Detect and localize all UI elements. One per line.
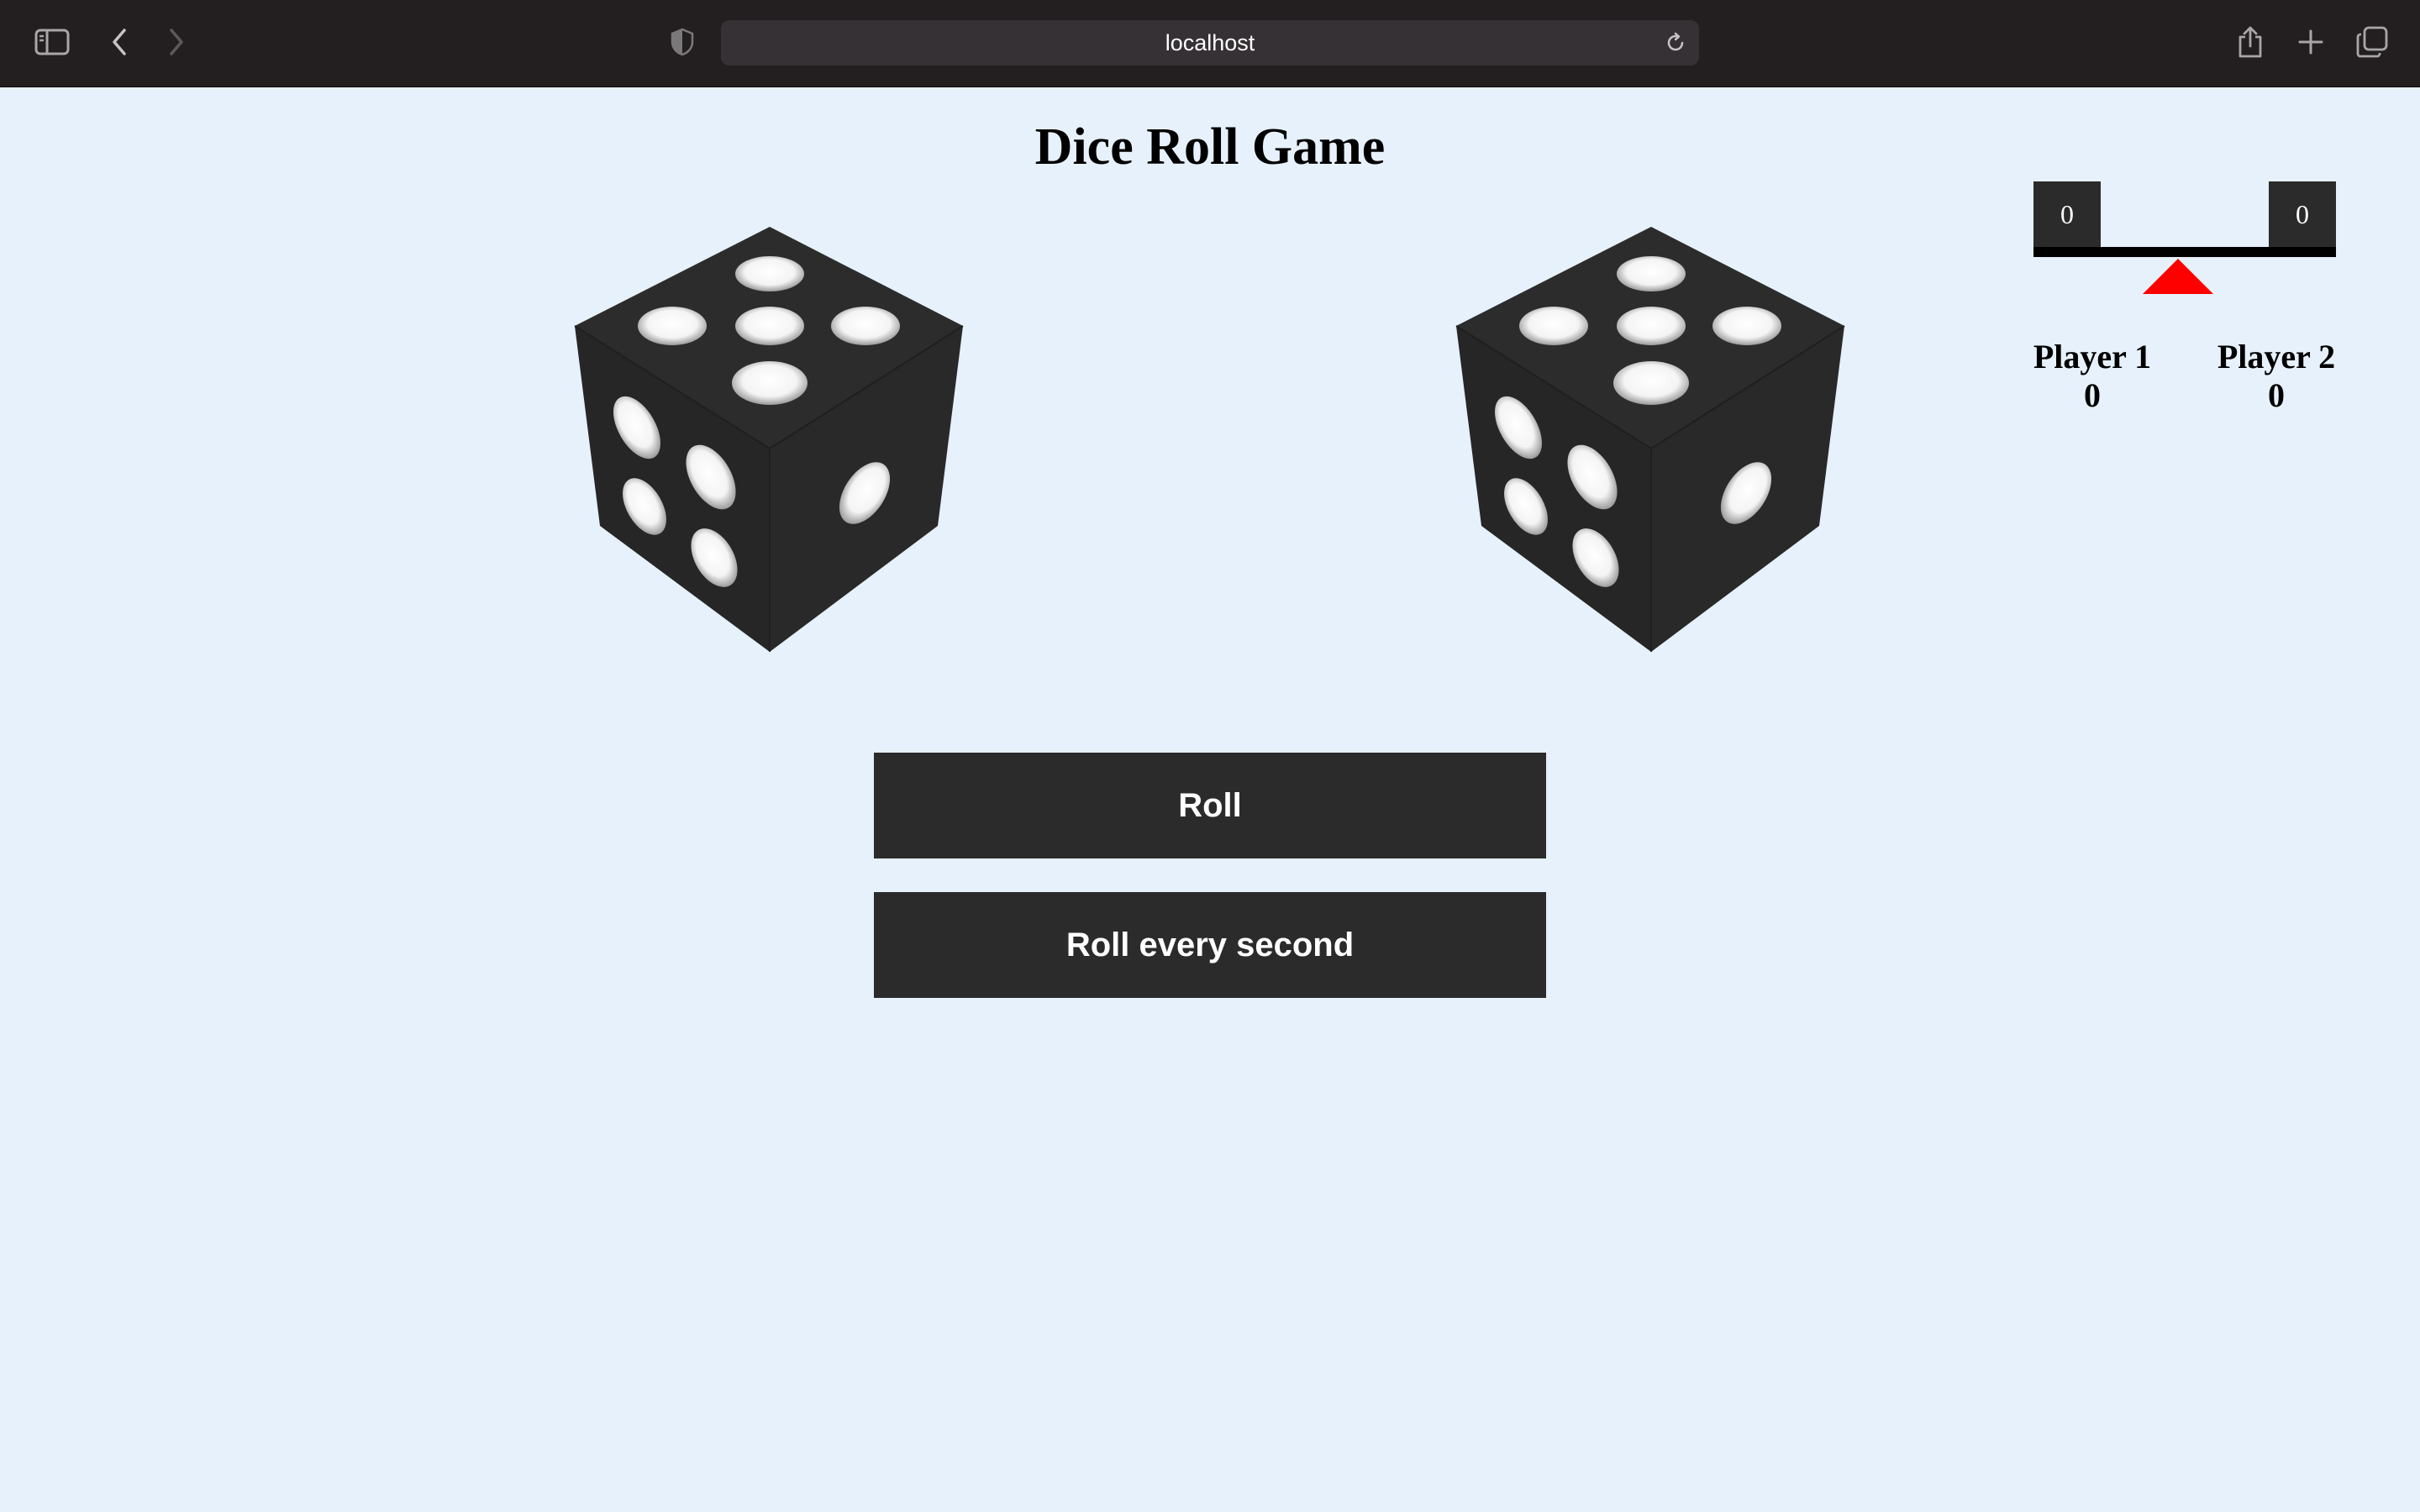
pip <box>638 307 707 345</box>
player-name: Player 2 <box>2217 338 2336 375</box>
reload-icon[interactable] <box>1664 31 1687 55</box>
pip <box>1617 307 1686 345</box>
new-tab-icon[interactable] <box>2294 22 2328 62</box>
pip <box>1617 256 1686 291</box>
roll-button[interactable]: Roll <box>874 753 1546 858</box>
right-scale-pan: 0 <box>2269 181 2336 247</box>
pip <box>1712 307 1781 345</box>
player-score: 0 <box>2268 376 2285 414</box>
forward-icon[interactable] <box>161 22 192 62</box>
address-bar[interactable]: localhost <box>721 20 1699 66</box>
roll-every-second-button[interactable]: Roll every second <box>874 892 1546 998</box>
score-balance-scale: 0 0 <box>2033 181 2336 299</box>
player-1-score: Player 1 0 <box>2017 338 2168 415</box>
url-text: localhost <box>1165 29 1255 55</box>
pip <box>735 307 804 345</box>
pip <box>732 361 808 405</box>
sidebar-icon[interactable] <box>32 22 72 62</box>
pip <box>1613 361 1689 405</box>
right-die <box>1455 227 1845 652</box>
scale-beam <box>2033 247 2336 257</box>
pip <box>831 307 900 345</box>
player-2-score: Player 2 0 <box>2201 338 2352 415</box>
shield-icon <box>666 22 699 62</box>
browser-toolbar: localhost <box>0 0 2420 87</box>
tabs-overview-icon[interactable] <box>2354 22 2390 62</box>
pip <box>735 256 804 291</box>
back-icon[interactable] <box>104 22 134 62</box>
left-die <box>574 227 964 652</box>
pip <box>1519 307 1588 345</box>
player-name: Player 1 <box>2033 338 2152 375</box>
page-title: Dice Roll Game <box>1034 118 1386 176</box>
player-score: 0 <box>2084 376 2101 414</box>
left-scale-pan: 0 <box>2033 181 2101 247</box>
share-icon[interactable] <box>2233 22 2267 62</box>
scale-fulcrum <box>2143 259 2213 294</box>
